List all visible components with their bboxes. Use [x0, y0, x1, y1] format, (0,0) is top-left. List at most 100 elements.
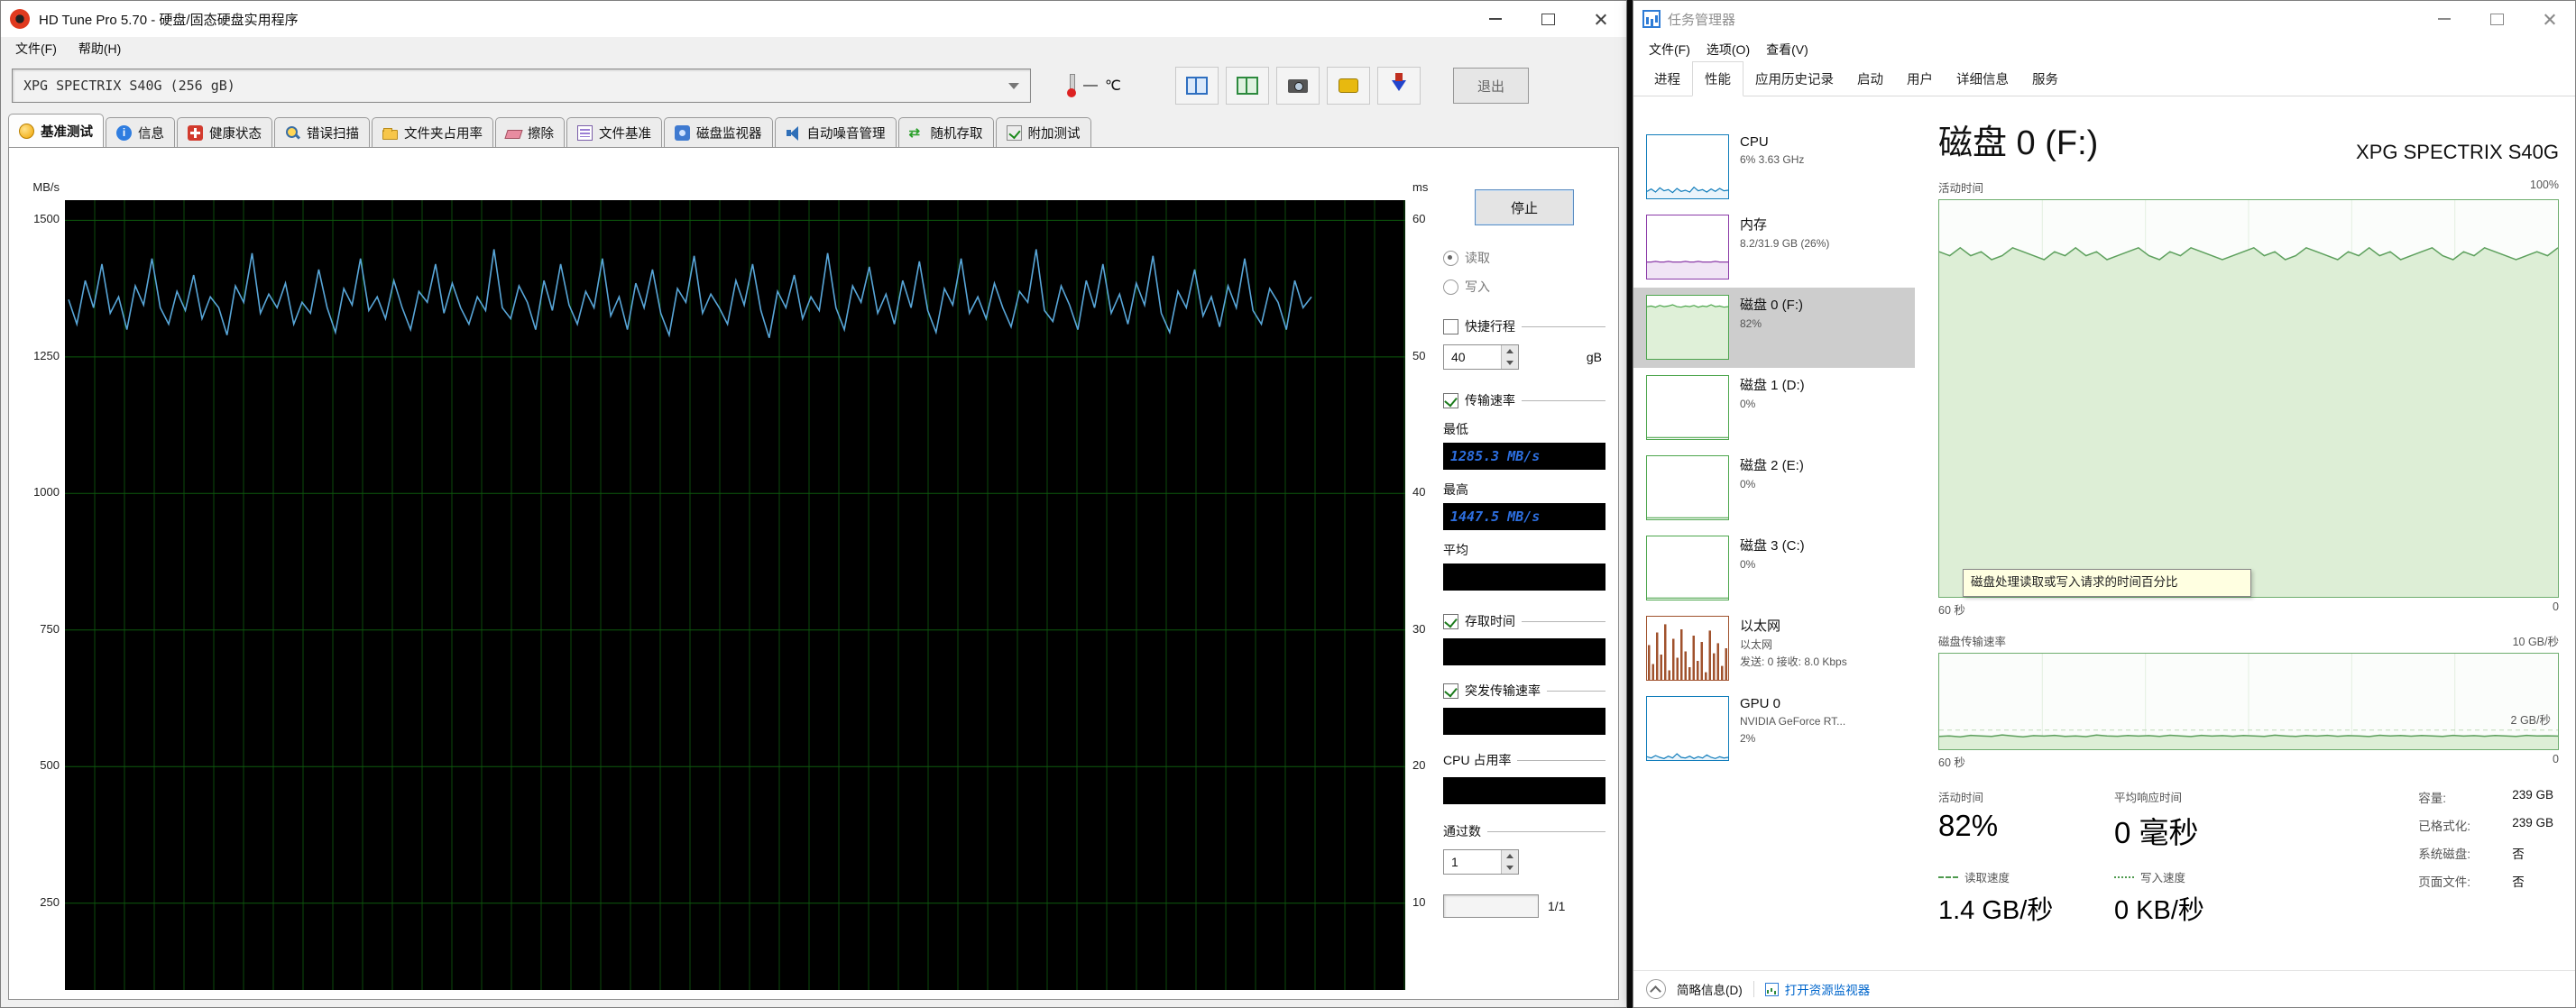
access-time-checkbox[interactable]: 存取时间 — [1443, 612, 1605, 630]
x-axis-right: 0 — [2553, 600, 2559, 613]
sidebar-item-disk0[interactable]: 磁盘 0 (F:) 82% — [1633, 288, 1915, 368]
tab-performance[interactable]: 性能 — [1692, 61, 1743, 96]
tab-label: 基准测试 — [41, 124, 93, 140]
sparkline-svg — [1647, 753, 1728, 760]
hdtune-app-icon — [10, 9, 30, 29]
tab-processes[interactable]: 进程 — [1642, 62, 1692, 96]
hdtune-window-title: HD Tune Pro 5.70 - 硬盘/固态硬盘实用程序 — [39, 12, 299, 28]
burst-rate-checkbox[interactable]: 突发传输速率 — [1443, 682, 1605, 700]
menu-file[interactable]: 文件(F) — [5, 37, 68, 60]
sidebar-item-disk2[interactable]: 磁盘 2 (E:) 0% — [1633, 448, 1915, 528]
short-stroke-spinner[interactable]: 40 — [1443, 344, 1519, 370]
tab-disk-monitor[interactable]: 磁盘监视器 — [664, 117, 773, 147]
transfer-rate-checkbox[interactable]: 传输速率 — [1443, 391, 1605, 409]
sidebar-item-ethernet[interactable]: 以太网 以太网 发送: 0 接收: 8.0 Kbps — [1633, 609, 1915, 689]
save-results-button[interactable] — [1376, 67, 1421, 105]
maximize-button[interactable] — [1522, 1, 1574, 37]
stop-button[interactable]: 停止 — [1475, 189, 1574, 225]
tab-health[interactable]: 健康状态 — [177, 117, 272, 147]
disk-activity-chart[interactable]: 磁盘处理读取或写入请求的时间百分比 — [1938, 199, 2559, 598]
copy-text-button[interactable] — [1174, 67, 1219, 105]
close-button[interactable] — [1574, 1, 1626, 37]
transfer-chart-max: 10 GB/秒 — [2512, 636, 2559, 648]
spin-down-icon[interactable] — [1502, 862, 1518, 874]
tab-erase[interactable]: 擦除 — [495, 117, 565, 147]
hdtune-tabbar: 基准测试 信息 健康状态 错误扫描 文件夹占用率 擦除 文件基准 磁盘监视器 自… — [1, 111, 1626, 147]
options-icon — [1338, 78, 1358, 93]
divider — [1522, 325, 1605, 327]
write-radio[interactable]: 写入 — [1443, 278, 1605, 296]
minimize-button[interactable] — [2418, 1, 2470, 37]
close-button[interactable] — [2523, 1, 2575, 37]
drive-select-combobox[interactable]: XPG SPECTRIX S40G (256 gB) — [12, 69, 1031, 103]
divider — [1522, 399, 1605, 401]
options-button[interactable] — [1326, 67, 1370, 105]
spin-up-icon[interactable] — [1502, 345, 1518, 357]
response-time-value: 0 毫秒 — [2114, 816, 2199, 849]
tab-users[interactable]: 用户 — [1895, 62, 1945, 96]
y-right-tick: 10 — [1412, 894, 1426, 909]
spin-up-icon[interactable] — [1502, 850, 1518, 862]
sidebar-item-disk1[interactable]: 磁盘 1 (D:) 0% — [1633, 368, 1915, 448]
fewer-details-button[interactable]: 简略信息(D) — [1677, 980, 1743, 998]
sidebar-item-detail: 0% — [1740, 558, 1756, 571]
open-resource-monitor-link[interactable]: 打开资源监视器 — [1764, 980, 1870, 998]
tab-benchmark[interactable]: 基准测试 — [8, 114, 104, 147]
copy-image-icon — [1236, 77, 1258, 95]
sidebar-item-detail: 0% — [1740, 398, 1756, 410]
max-value-display: 1447.5 MB/s — [1443, 503, 1605, 530]
disk-transfer-chart[interactable]: 2 GB/秒 — [1938, 653, 2559, 750]
extra-tests-icon — [1006, 124, 1022, 141]
sidebar-item-gpu[interactable]: GPU 0 NVIDIA GeForce RT... 2% — [1633, 689, 1915, 769]
access-time-display — [1443, 638, 1605, 665]
minimize-button[interactable] — [1469, 1, 1522, 37]
tab-file-benchmark[interactable]: 文件基准 — [566, 117, 662, 147]
performance-sidebar: CPU 6% 3.63 GHz 内存 8.2/31.9 GB (26%) 磁盘 … — [1633, 96, 1915, 970]
tab-info[interactable]: 信息 — [106, 117, 175, 147]
short-stroke-checkbox[interactable]: 快捷行程 — [1443, 317, 1605, 335]
tab-extra-tests[interactable]: 附加测试 — [995, 117, 1091, 147]
tab-folder-usage[interactable]: 文件夹占用率 — [372, 117, 493, 147]
tab-error-scan[interactable]: 错误扫描 — [274, 117, 370, 147]
tab-aam[interactable]: 自动噪音管理 — [774, 117, 897, 147]
tab-services[interactable]: 服务 — [2020, 62, 2070, 96]
exit-button[interactable]: 退出 — [1452, 68, 1529, 104]
menu-help[interactable]: 帮助(H) — [68, 37, 132, 60]
minimize-icon — [1489, 18, 1502, 20]
maximize-button[interactable] — [2470, 1, 2523, 37]
tab-label: 附加测试 — [1027, 126, 1081, 142]
sidebar-item-title: GPU 0 — [1740, 696, 1781, 711]
disk-monitor-icon — [675, 124, 690, 141]
tab-details[interactable]: 详细信息 — [1945, 62, 2020, 96]
copy-image-button[interactable] — [1225, 67, 1269, 105]
pass-count-spinner[interactable]: 1 — [1443, 849, 1519, 875]
screenshot-button[interactable] — [1275, 67, 1320, 105]
taskmgr-window-title: 任务管理器 — [1668, 12, 1736, 28]
disk-performance-panel: 磁盘 0 (F:) XPG SPECTRIX S40G 活动时间 100% 磁盘… — [1915, 96, 2575, 970]
memory-sparkline — [1646, 215, 1729, 279]
menu-file[interactable]: 文件(F) — [1641, 37, 1698, 62]
x-axis-left: 60 秒 — [1938, 604, 1965, 617]
pass-count-spin-row: 1 — [1443, 849, 1605, 875]
sidebar-item-memory[interactable]: 内存 8.2/31.9 GB (26%) — [1633, 207, 1915, 288]
tab-random-access[interactable]: 随机存取 — [897, 117, 994, 147]
activity-chart-max: 100% — [2530, 179, 2559, 191]
y-right-tick: 40 — [1412, 485, 1426, 499]
spinner-arrows[interactable] — [1501, 345, 1518, 369]
benchmark-panel: MB/s ms 1500 60 1250 50 1000 40 750 30 500 20 250 1… — [8, 147, 1619, 1000]
menu-options[interactable]: 选项(O) — [1698, 37, 1758, 62]
spin-down-icon[interactable] — [1502, 357, 1518, 369]
tab-app-history[interactable]: 应用历史记录 — [1743, 62, 1845, 96]
avg-value-display — [1443, 564, 1605, 591]
spinner-arrows[interactable] — [1501, 850, 1518, 874]
tab-startup[interactable]: 启动 — [1845, 62, 1895, 96]
read-radio[interactable]: 读取 — [1443, 249, 1605, 267]
capacity-value: 239 GB — [2512, 788, 2553, 802]
menu-view[interactable]: 查看(V) — [1758, 37, 1817, 62]
hdtune-menubar: 文件(F) 帮助(H) — [1, 37, 1626, 60]
cpu-usage-label: CPU 占用率 — [1443, 753, 1512, 767]
error-scan-icon — [285, 125, 300, 141]
short-stroke-size-row: 40 gB — [1443, 344, 1605, 370]
sidebar-item-cpu[interactable]: CPU 6% 3.63 GHz — [1633, 127, 1915, 207]
sidebar-item-disk3[interactable]: 磁盘 3 (C:) 0% — [1633, 528, 1915, 609]
